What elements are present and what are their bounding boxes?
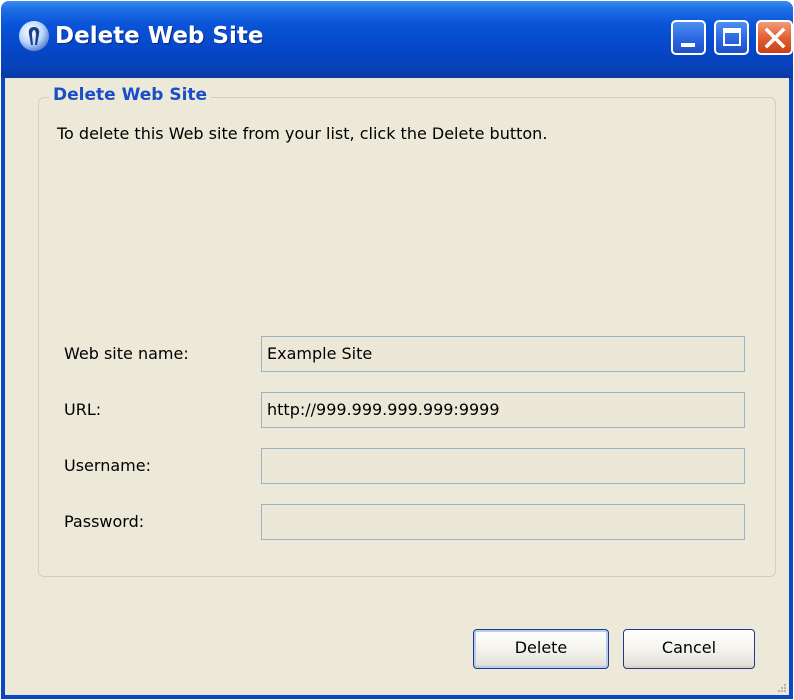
close-icon (764, 27, 786, 49)
delete-site-groupbox: Delete Web Site To delete this Web site … (38, 85, 776, 577)
url-label: URL: (64, 400, 102, 419)
cancel-button[interactable]: Cancel (623, 629, 755, 669)
site-name-field[interactable]: Example Site (261, 336, 745, 372)
password-field[interactable] (261, 504, 745, 540)
window-title: Delete Web Site (55, 23, 264, 49)
close-button[interactable] (756, 20, 793, 55)
password-label: Password: (64, 512, 145, 531)
app-logo-icon[interactable] (19, 21, 49, 51)
username-field[interactable] (261, 448, 745, 484)
maximize-button[interactable] (714, 20, 749, 55)
username-label: Username: (64, 456, 151, 475)
minimize-icon (681, 43, 695, 47)
title-bar[interactable]: Delete Web Site (1, 1, 793, 78)
resize-grip-icon[interactable] (775, 681, 787, 693)
instructions-text: To delete this Web site from your list, … (57, 124, 548, 143)
url-field[interactable]: http://999.999.999.999:9999 (261, 392, 745, 428)
site-name-label: Web site name: (64, 344, 189, 363)
dialog-client-area: Delete Web Site To delete this Web site … (5, 78, 789, 695)
delete-button[interactable]: Delete (473, 629, 609, 669)
minimize-button[interactable] (671, 20, 706, 55)
maximize-icon (723, 28, 741, 46)
dialog-window: Delete Web Site Delete Web Site To delet… (1, 1, 793, 699)
group-title: Delete Web Site (49, 85, 212, 105)
